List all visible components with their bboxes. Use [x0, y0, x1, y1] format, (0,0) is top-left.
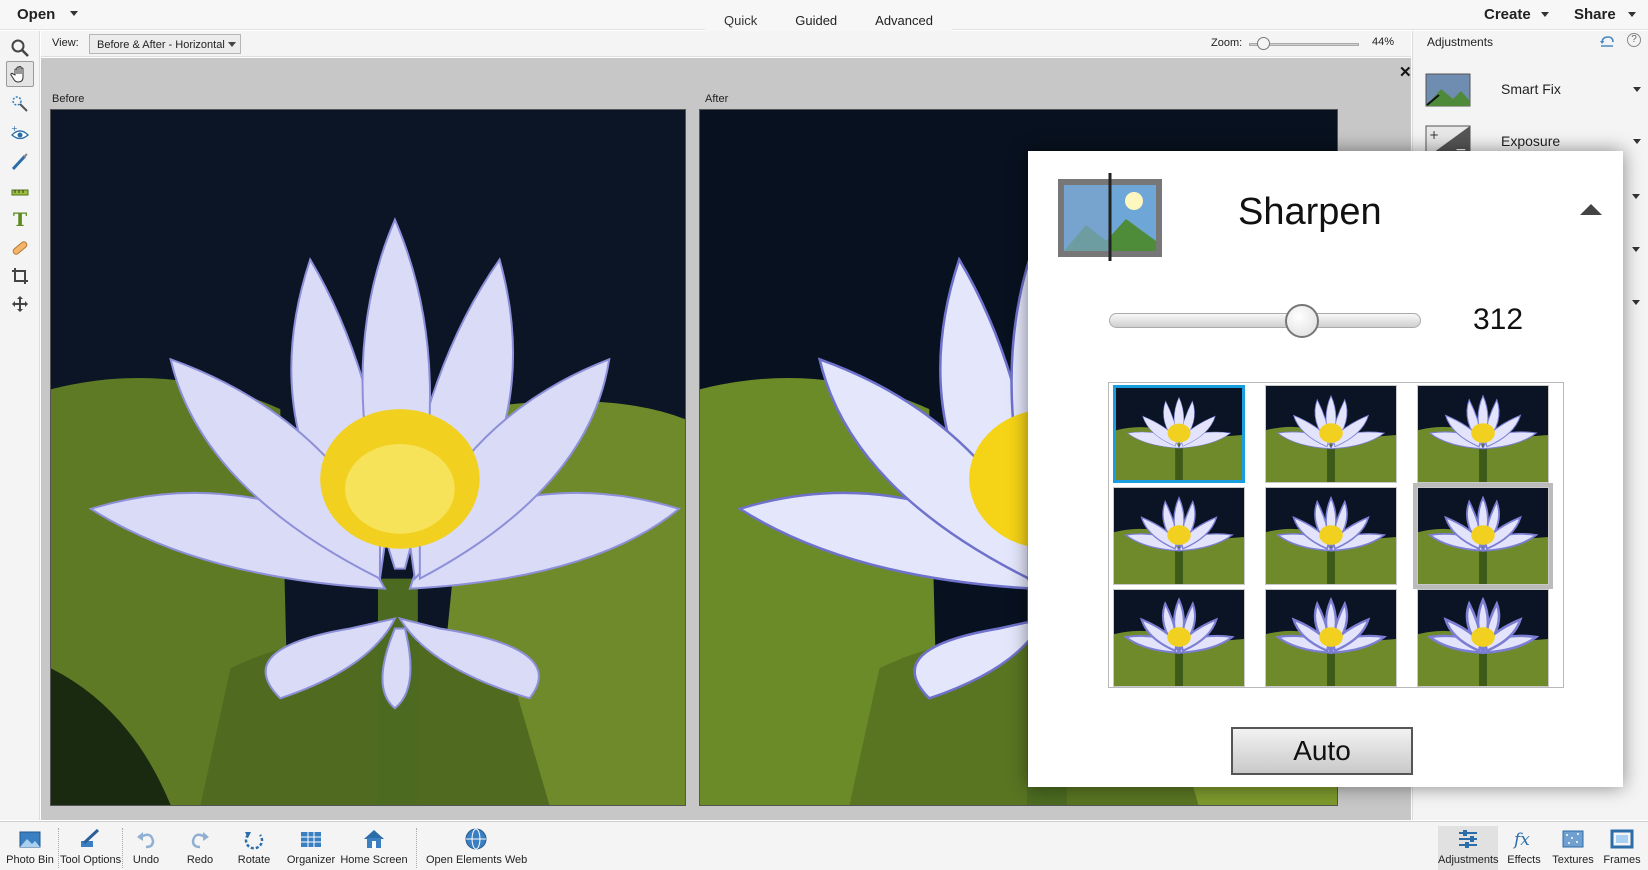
redo-icon [191, 832, 209, 849]
zoom-slider-knob[interactable] [1257, 37, 1271, 50]
sharpen-slider-track[interactable] [1109, 313, 1421, 328]
sharpen-preset-thumbnail[interactable] [1265, 487, 1397, 585]
frames-button[interactable]: Frames [1600, 826, 1644, 870]
effects-button[interactable]: fx Effects [1504, 826, 1544, 870]
adjustments-icon [1459, 830, 1477, 848]
chevron-down-icon[interactable] [1632, 300, 1640, 305]
zoom-label: Zoom: [1211, 37, 1243, 49]
share-button[interactable]: Share [1574, 6, 1616, 23]
rotate-button[interactable]: Rotate [232, 826, 276, 870]
fx-icon: fx [1512, 830, 1530, 850]
bottom-bar: Photo Bin Tool Options Undo Redo Rotate … [0, 821, 1648, 870]
reset-icon[interactable] [1599, 34, 1615, 53]
hand-tool-icon[interactable] [6, 61, 34, 87]
open-elements-web-button[interactable]: Open Elements Web [426, 826, 527, 870]
textures-icon [1562, 830, 1584, 848]
tool-options-button[interactable]: Tool Options [60, 826, 121, 870]
undo-button[interactable]: Undo [126, 826, 166, 870]
smart-fix-item[interactable]: Smart Fix [1413, 67, 1648, 113]
options-bar: View: Before & After - Horizontal Zoom: … [41, 31, 1411, 57]
chevron-down-icon [228, 42, 236, 47]
sharpen-preset-thumbnail[interactable] [1417, 385, 1549, 483]
toolbox: + T [0, 31, 40, 820]
red-eye-icon[interactable]: + [6, 121, 34, 147]
sharpen-preset-thumbnail[interactable] [1113, 487, 1245, 585]
frames-icon [1610, 829, 1634, 849]
type-tool-icon[interactable]: T [6, 205, 34, 231]
svg-text:+: + [1429, 128, 1439, 142]
globe-icon [465, 828, 487, 850]
open-button[interactable]: Open [17, 6, 55, 23]
chevron-down-icon[interactable] [1632, 247, 1640, 252]
zoom-tool-icon[interactable] [6, 35, 34, 61]
zoom-value: 44% [1372, 36, 1395, 48]
chevron-down-icon [1633, 87, 1641, 92]
crop-tool-icon[interactable] [6, 263, 34, 289]
open-dropdown-caret-icon[interactable] [70, 11, 78, 16]
sharpen-preset-thumbnail[interactable] [1113, 589, 1245, 687]
smart-fix-icon [1425, 73, 1471, 107]
svg-text:+: + [11, 124, 18, 133]
view-select[interactable]: Before & After - Horizontal [89, 34, 241, 54]
sharpen-icon [1056, 169, 1166, 261]
sharpen-preset-thumbnail[interactable] [1417, 589, 1549, 687]
sharpen-preset-thumbnail[interactable] [1265, 385, 1397, 483]
sharpen-preset-thumbnail[interactable] [1417, 487, 1549, 585]
textures-button[interactable]: Textures [1550, 826, 1596, 870]
adjustments-button[interactable]: Adjustments [1438, 826, 1499, 870]
smart-fix-label: Smart Fix [1501, 81, 1561, 97]
home-icon [364, 830, 384, 848]
chevron-down-icon[interactable] [1632, 194, 1640, 199]
sharpen-preset-thumbnail[interactable] [1113, 385, 1245, 483]
after-label: After [705, 93, 729, 105]
rotate-icon [244, 832, 264, 850]
organizer-icon [301, 832, 321, 847]
sharpen-slider-knob[interactable] [1285, 304, 1320, 338]
sharpen-preset-grid [1108, 382, 1564, 688]
sharpen-value: 312 [1473, 303, 1524, 336]
organizer-button[interactable]: Organizer [282, 826, 340, 870]
photo-bin-button[interactable]: Photo Bin [4, 826, 56, 870]
home-screen-button[interactable]: Home Screen [340, 826, 408, 870]
exposure-label: Exposure [1501, 133, 1561, 149]
auto-button[interactable]: Auto [1231, 727, 1413, 775]
create-dropdown-caret-icon[interactable] [1541, 12, 1549, 17]
before-label: Before [52, 93, 85, 105]
adjustments-title: Adjustments [1427, 35, 1494, 49]
photo-bin-icon [19, 831, 41, 848]
sharpen-preset-thumbnail[interactable] [1265, 589, 1397, 687]
tool-options-icon [81, 828, 100, 847]
spot-healing-icon[interactable] [6, 235, 34, 261]
view-label: View: [52, 37, 79, 49]
collapse-arrow-icon[interactable] [1580, 204, 1602, 215]
sharpen-popup: Sharpen 312 Auto [1028, 151, 1623, 787]
help-icon[interactable]: ? [1627, 33, 1641, 47]
undo-icon [137, 832, 155, 849]
create-button[interactable]: Create [1484, 6, 1531, 23]
whiten-teeth-icon[interactable] [6, 149, 34, 175]
close-icon[interactable]: ✕ [1399, 63, 1412, 81]
view-select-value: Before & After - Horizontal [97, 39, 225, 51]
svg-text:fx: fx [1512, 830, 1530, 850]
redo-button[interactable]: Redo [180, 826, 220, 870]
svg-text:T: T [13, 209, 27, 228]
quick-selection-icon[interactable] [6, 91, 34, 117]
straighten-icon[interactable] [6, 177, 34, 203]
before-image[interactable] [50, 109, 686, 806]
share-dropdown-caret-icon[interactable] [1628, 12, 1636, 17]
chevron-down-icon [1633, 139, 1641, 144]
sharpen-title: Sharpen [1238, 191, 1382, 233]
top-bar: Open Quick Guided Advanced Create Share [0, 0, 1648, 38]
move-tool-icon[interactable] [6, 291, 34, 317]
